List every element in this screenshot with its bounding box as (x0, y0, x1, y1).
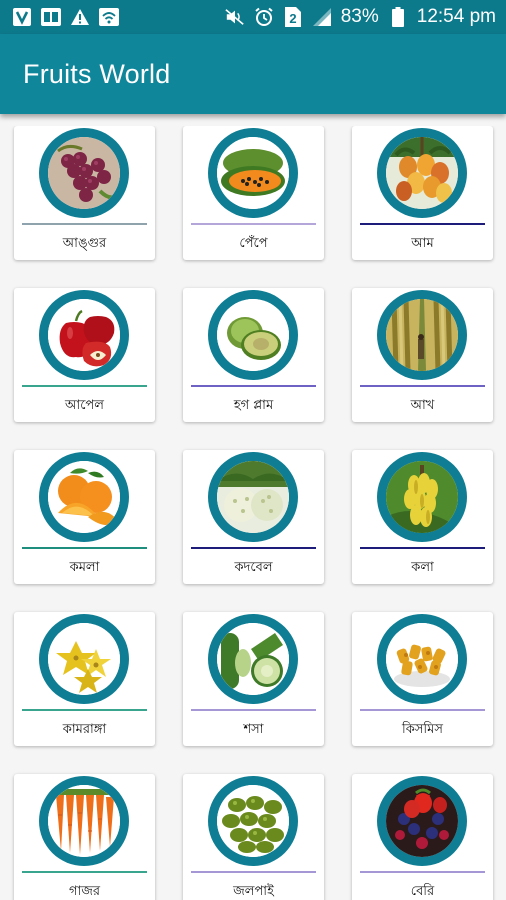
hog-plum-icon (217, 299, 289, 371)
fruit-card[interactable]: গাজর (14, 774, 155, 900)
fruit-image-ring (39, 614, 129, 704)
fruit-image-ring (208, 128, 298, 218)
fruit-label: কলা (411, 560, 434, 575)
fruit-divider (191, 385, 316, 387)
fruit-card[interactable]: শসা (183, 612, 324, 746)
fruit-image-ring (208, 614, 298, 704)
fruit-label: জলপাই (233, 884, 274, 899)
warning-icon (70, 7, 90, 27)
fruit-card[interactable]: জলপাই (183, 774, 324, 900)
fruit-divider (22, 385, 147, 387)
papaya-icon (217, 137, 289, 209)
fruit-card[interactable]: আখ (352, 288, 493, 422)
book-app-icon (41, 7, 61, 27)
fruit-label: কদবেল (234, 560, 273, 575)
fruit-label: আখ (410, 398, 435, 413)
fruit-label: আঙ্গুর (62, 236, 107, 251)
fruit-image-ring (208, 776, 298, 866)
fruit-label: কিসমিস (402, 722, 443, 737)
fruit-divider (22, 223, 147, 225)
fruit-image-ring (377, 290, 467, 380)
fruit-card[interactable]: কমলা (14, 450, 155, 584)
fruit-divider (360, 547, 485, 549)
wood-apple-icon (217, 461, 289, 533)
fruit-image-ring (377, 128, 467, 218)
battery-percent: 83% (340, 6, 379, 27)
fruit-divider (360, 871, 485, 873)
sim-2-icon: 2 (283, 7, 303, 27)
fruit-card[interactable]: কিসমিস (352, 612, 493, 746)
fruit-card[interactable]: আপেল (14, 288, 155, 422)
fruit-divider (191, 547, 316, 549)
fruit-card[interactable]: আম (352, 126, 493, 260)
fruit-image-ring (208, 290, 298, 380)
grapes-icon (48, 137, 120, 209)
svg-text:2: 2 (289, 11, 296, 26)
star-fruit-icon (48, 623, 120, 695)
status-bar: 2 83% 12:54 pm (0, 0, 506, 34)
fruit-label: কমলা (69, 560, 100, 575)
fruit-label: আম (411, 236, 434, 251)
fruit-card[interactable]: বেরি (352, 774, 493, 900)
fruit-divider (360, 223, 485, 225)
mango-icon (386, 137, 458, 209)
fruit-card[interactable]: হগ প্লাম (183, 288, 324, 422)
app-bar: Fruits World (0, 34, 506, 114)
fruit-divider (22, 547, 147, 549)
fruit-divider (360, 385, 485, 387)
fruit-image-ring (377, 776, 467, 866)
orange-icon (48, 461, 120, 533)
berry-icon (386, 785, 458, 857)
fruit-divider (360, 709, 485, 711)
fruit-image-ring (208, 452, 298, 542)
v-app-icon (12, 7, 32, 27)
fruit-divider (191, 223, 316, 225)
fruit-divider (22, 709, 147, 711)
fruit-divider (22, 871, 147, 873)
fruit-image-ring (39, 290, 129, 380)
wifi-box-icon (99, 7, 119, 27)
fruit-label: কামরাঙ্গা (62, 722, 107, 737)
olive-icon (217, 785, 289, 857)
fruit-image-ring (377, 452, 467, 542)
fruit-label: গাজর (68, 884, 101, 899)
sugarcane-icon (386, 299, 458, 371)
fruit-label: শসা (243, 722, 264, 737)
fruit-grid: আঙ্গুর পেঁপে আম আপেল হগ প্লাম আখ কমলা কদবেল কলা ক… (0, 126, 506, 900)
app-title: Fruits World (23, 58, 171, 89)
apple-icon (48, 299, 120, 371)
cucumber-icon (217, 623, 289, 695)
fruit-image-ring (39, 776, 129, 866)
fruit-card[interactable]: কলা (352, 450, 493, 584)
fruit-card[interactable]: কদবেল (183, 450, 324, 584)
fruit-label: হগ প্লাম (233, 398, 274, 413)
fruit-label: আপেল (65, 398, 104, 413)
battery-icon (388, 7, 408, 27)
fruit-image-ring (39, 128, 129, 218)
fruit-divider (191, 709, 316, 711)
fruit-card[interactable]: আঙ্গুর (14, 126, 155, 260)
fruit-label: পেঁপে (239, 236, 268, 251)
fruit-divider (191, 871, 316, 873)
banana-icon (386, 461, 458, 533)
alarm-icon (254, 7, 274, 27)
fruit-image-ring (39, 452, 129, 542)
fruit-label: বেরি (410, 884, 435, 899)
fruit-image-ring (377, 614, 467, 704)
signal-icon (312, 7, 332, 27)
fruit-card[interactable]: কামরাঙ্গা (14, 612, 155, 746)
mute-icon (225, 7, 245, 27)
status-time: 12:54 pm (416, 6, 496, 27)
fruit-card[interactable]: পেঁপে (183, 126, 324, 260)
carrot-icon (48, 785, 120, 857)
raisin-icon (386, 623, 458, 695)
